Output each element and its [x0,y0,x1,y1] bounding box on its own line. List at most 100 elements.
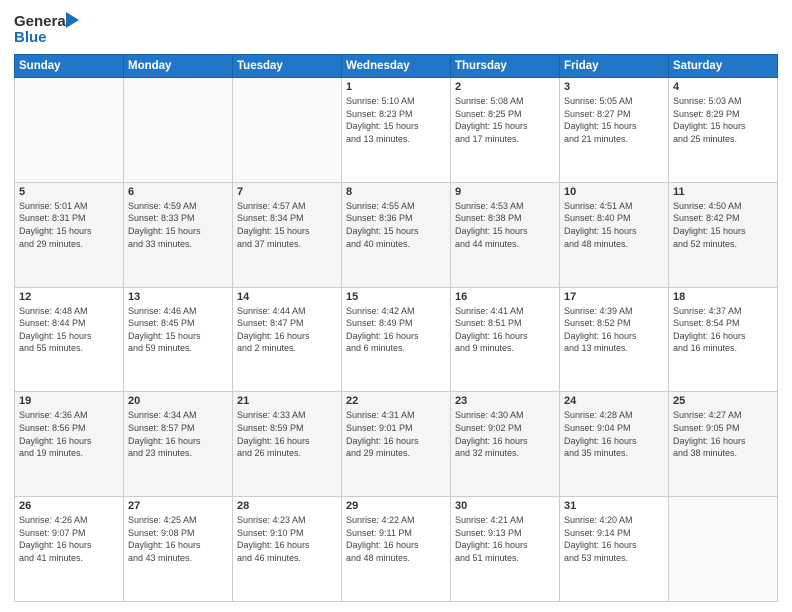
day-info: Sunrise: 4:26 AM Sunset: 9:07 PM Dayligh… [19,514,119,564]
page-container: GeneralBlue SundayMondayTuesdayWednesday… [0,0,792,612]
calendar-week-row: 19 Sunrise: 4:36 AM Sunset: 8:56 PM Dayli… [15,392,778,497]
calendar-cell: 26 Sunrise: 4:26 AM Sunset: 9:07 PM Dayli… [15,497,124,602]
svg-text:General: General [14,13,70,30]
calendar-cell: 5 Sunrise: 5:01 AM Sunset: 8:31 PM Daylig… [15,182,124,287]
day-info: Sunrise: 4:22 AM Sunset: 9:11 PM Dayligh… [346,514,446,564]
day-info: Sunrise: 4:39 AM Sunset: 8:52 PM Dayligh… [564,305,664,355]
day-number: 23 [455,395,555,407]
day-number: 1 [346,81,446,93]
day-number: 9 [455,186,555,198]
day-number: 3 [564,81,664,93]
day-number: 31 [564,500,664,512]
calendar-cell: 17 Sunrise: 4:39 AM Sunset: 8:52 PM Dayli… [560,287,669,392]
day-info: Sunrise: 4:44 AM Sunset: 8:47 PM Dayligh… [237,305,337,355]
calendar-cell: 14 Sunrise: 4:44 AM Sunset: 8:47 PM Dayli… [233,287,342,392]
day-number: 19 [19,395,119,407]
day-info: Sunrise: 4:33 AM Sunset: 8:59 PM Dayligh… [237,409,337,459]
day-info: Sunrise: 4:36 AM Sunset: 8:56 PM Dayligh… [19,409,119,459]
day-number: 13 [128,291,228,303]
day-number: 22 [346,395,446,407]
weekday-header-row: SundayMondayTuesdayWednesdayThursdayFrid… [15,55,778,78]
day-info: Sunrise: 5:03 AM Sunset: 8:29 PM Dayligh… [673,95,773,145]
day-info: Sunrise: 4:50 AM Sunset: 8:42 PM Dayligh… [673,200,773,250]
logo-svg: GeneralBlue [14,10,84,48]
day-number: 7 [237,186,337,198]
calendar-cell: 2Sunrise: 5:08 AM Sunset: 8:25 PM Daylig… [451,78,560,183]
day-info: Sunrise: 4:37 AM Sunset: 8:54 PM Dayligh… [673,305,773,355]
calendar-cell: 1Sunrise: 5:10 AM Sunset: 8:23 PM Daylig… [342,78,451,183]
calendar-table: SundayMondayTuesdayWednesdayThursdayFrid… [14,54,778,602]
day-info: Sunrise: 4:28 AM Sunset: 9:04 PM Dayligh… [564,409,664,459]
calendar-week-row: 12 Sunrise: 4:48 AM Sunset: 8:44 PM Dayli… [15,287,778,392]
weekday-header-sunday: Sunday [15,55,124,78]
day-info: Sunrise: 4:21 AM Sunset: 9:13 PM Dayligh… [455,514,555,564]
calendar-cell: 30 Sunrise: 4:21 AM Sunset: 9:13 PM Dayli… [451,497,560,602]
day-number: 20 [128,395,228,407]
calendar-cell [233,78,342,183]
calendar-cell [669,497,778,602]
day-number: 15 [346,291,446,303]
day-number: 21 [237,395,337,407]
calendar-cell [15,78,124,183]
day-number: 27 [128,500,228,512]
day-number: 14 [237,291,337,303]
day-info: Sunrise: 4:48 AM Sunset: 8:44 PM Dayligh… [19,305,119,355]
day-number: 11 [673,186,773,198]
day-number: 12 [19,291,119,303]
calendar-cell: 11 Sunrise: 4:50 AM Sunset: 8:42 PM Dayli… [669,182,778,287]
day-info: Sunrise: 4:55 AM Sunset: 8:36 PM Dayligh… [346,200,446,250]
day-info: Sunrise: 4:34 AM Sunset: 8:57 PM Dayligh… [128,409,228,459]
day-number: 30 [455,500,555,512]
calendar-cell: 23 Sunrise: 4:30 AM Sunset: 9:02 PM Dayli… [451,392,560,497]
day-info: Sunrise: 4:25 AM Sunset: 9:08 PM Dayligh… [128,514,228,564]
day-number: 24 [564,395,664,407]
day-info: Sunrise: 4:27 AM Sunset: 9:05 PM Dayligh… [673,409,773,459]
day-info: Sunrise: 4:46 AM Sunset: 8:45 PM Dayligh… [128,305,228,355]
day-info: Sunrise: 4:51 AM Sunset: 8:40 PM Dayligh… [564,200,664,250]
day-info: Sunrise: 4:41 AM Sunset: 8:51 PM Dayligh… [455,305,555,355]
weekday-header-wednesday: Wednesday [342,55,451,78]
day-info: Sunrise: 5:01 AM Sunset: 8:31 PM Dayligh… [19,200,119,250]
calendar-cell: 6 Sunrise: 4:59 AM Sunset: 8:33 PM Daylig… [124,182,233,287]
day-number: 29 [346,500,446,512]
day-number: 18 [673,291,773,303]
calendar-week-row: 5 Sunrise: 5:01 AM Sunset: 8:31 PM Daylig… [15,182,778,287]
day-info: Sunrise: 4:57 AM Sunset: 8:34 PM Dayligh… [237,200,337,250]
day-number: 16 [455,291,555,303]
day-info: Sunrise: 4:59 AM Sunset: 8:33 PM Dayligh… [128,200,228,250]
day-info: Sunrise: 4:42 AM Sunset: 8:49 PM Dayligh… [346,305,446,355]
calendar-cell: 20 Sunrise: 4:34 AM Sunset: 8:57 PM Dayli… [124,392,233,497]
calendar-cell: 25 Sunrise: 4:27 AM Sunset: 9:05 PM Dayli… [669,392,778,497]
calendar-cell: 19 Sunrise: 4:36 AM Sunset: 8:56 PM Dayli… [15,392,124,497]
calendar-cell: 3 Sunrise: 5:05 AM Sunset: 8:27 PM Daylig… [560,78,669,183]
day-number: 5 [19,186,119,198]
svg-text:Blue: Blue [14,29,47,46]
calendar-week-row: 1Sunrise: 5:10 AM Sunset: 8:23 PM Daylig… [15,78,778,183]
day-number: 2 [455,81,555,93]
day-info: Sunrise: 5:05 AM Sunset: 8:27 PM Dayligh… [564,95,664,145]
calendar-cell: 13 Sunrise: 4:46 AM Sunset: 8:45 PM Dayli… [124,287,233,392]
day-number: 26 [19,500,119,512]
header: GeneralBlue [14,10,778,48]
day-number: 28 [237,500,337,512]
calendar-cell: 21 Sunrise: 4:33 AM Sunset: 8:59 PM Dayli… [233,392,342,497]
weekday-header-saturday: Saturday [669,55,778,78]
day-number: 17 [564,291,664,303]
calendar-cell: 8Sunrise: 4:55 AM Sunset: 8:36 PM Daylig… [342,182,451,287]
day-number: 6 [128,186,228,198]
weekday-header-monday: Monday [124,55,233,78]
calendar-cell: 28Sunrise: 4:23 AM Sunset: 9:10 PM Dayli… [233,497,342,602]
calendar-cell: 16 Sunrise: 4:41 AM Sunset: 8:51 PM Dayli… [451,287,560,392]
day-number: 25 [673,395,773,407]
calendar-cell: 12 Sunrise: 4:48 AM Sunset: 8:44 PM Dayli… [15,287,124,392]
calendar-cell: 18 Sunrise: 4:37 AM Sunset: 8:54 PM Dayli… [669,287,778,392]
weekday-header-thursday: Thursday [451,55,560,78]
calendar-cell: 4 Sunrise: 5:03 AM Sunset: 8:29 PM Daylig… [669,78,778,183]
day-number: 10 [564,186,664,198]
day-info: Sunrise: 4:30 AM Sunset: 9:02 PM Dayligh… [455,409,555,459]
calendar-cell: 31Sunrise: 4:20 AM Sunset: 9:14 PM Dayli… [560,497,669,602]
weekday-header-tuesday: Tuesday [233,55,342,78]
day-number: 4 [673,81,773,93]
calendar-cell: 24 Sunrise: 4:28 AM Sunset: 9:04 PM Dayli… [560,392,669,497]
calendar-cell: 10 Sunrise: 4:51 AM Sunset: 8:40 PM Dayli… [560,182,669,287]
